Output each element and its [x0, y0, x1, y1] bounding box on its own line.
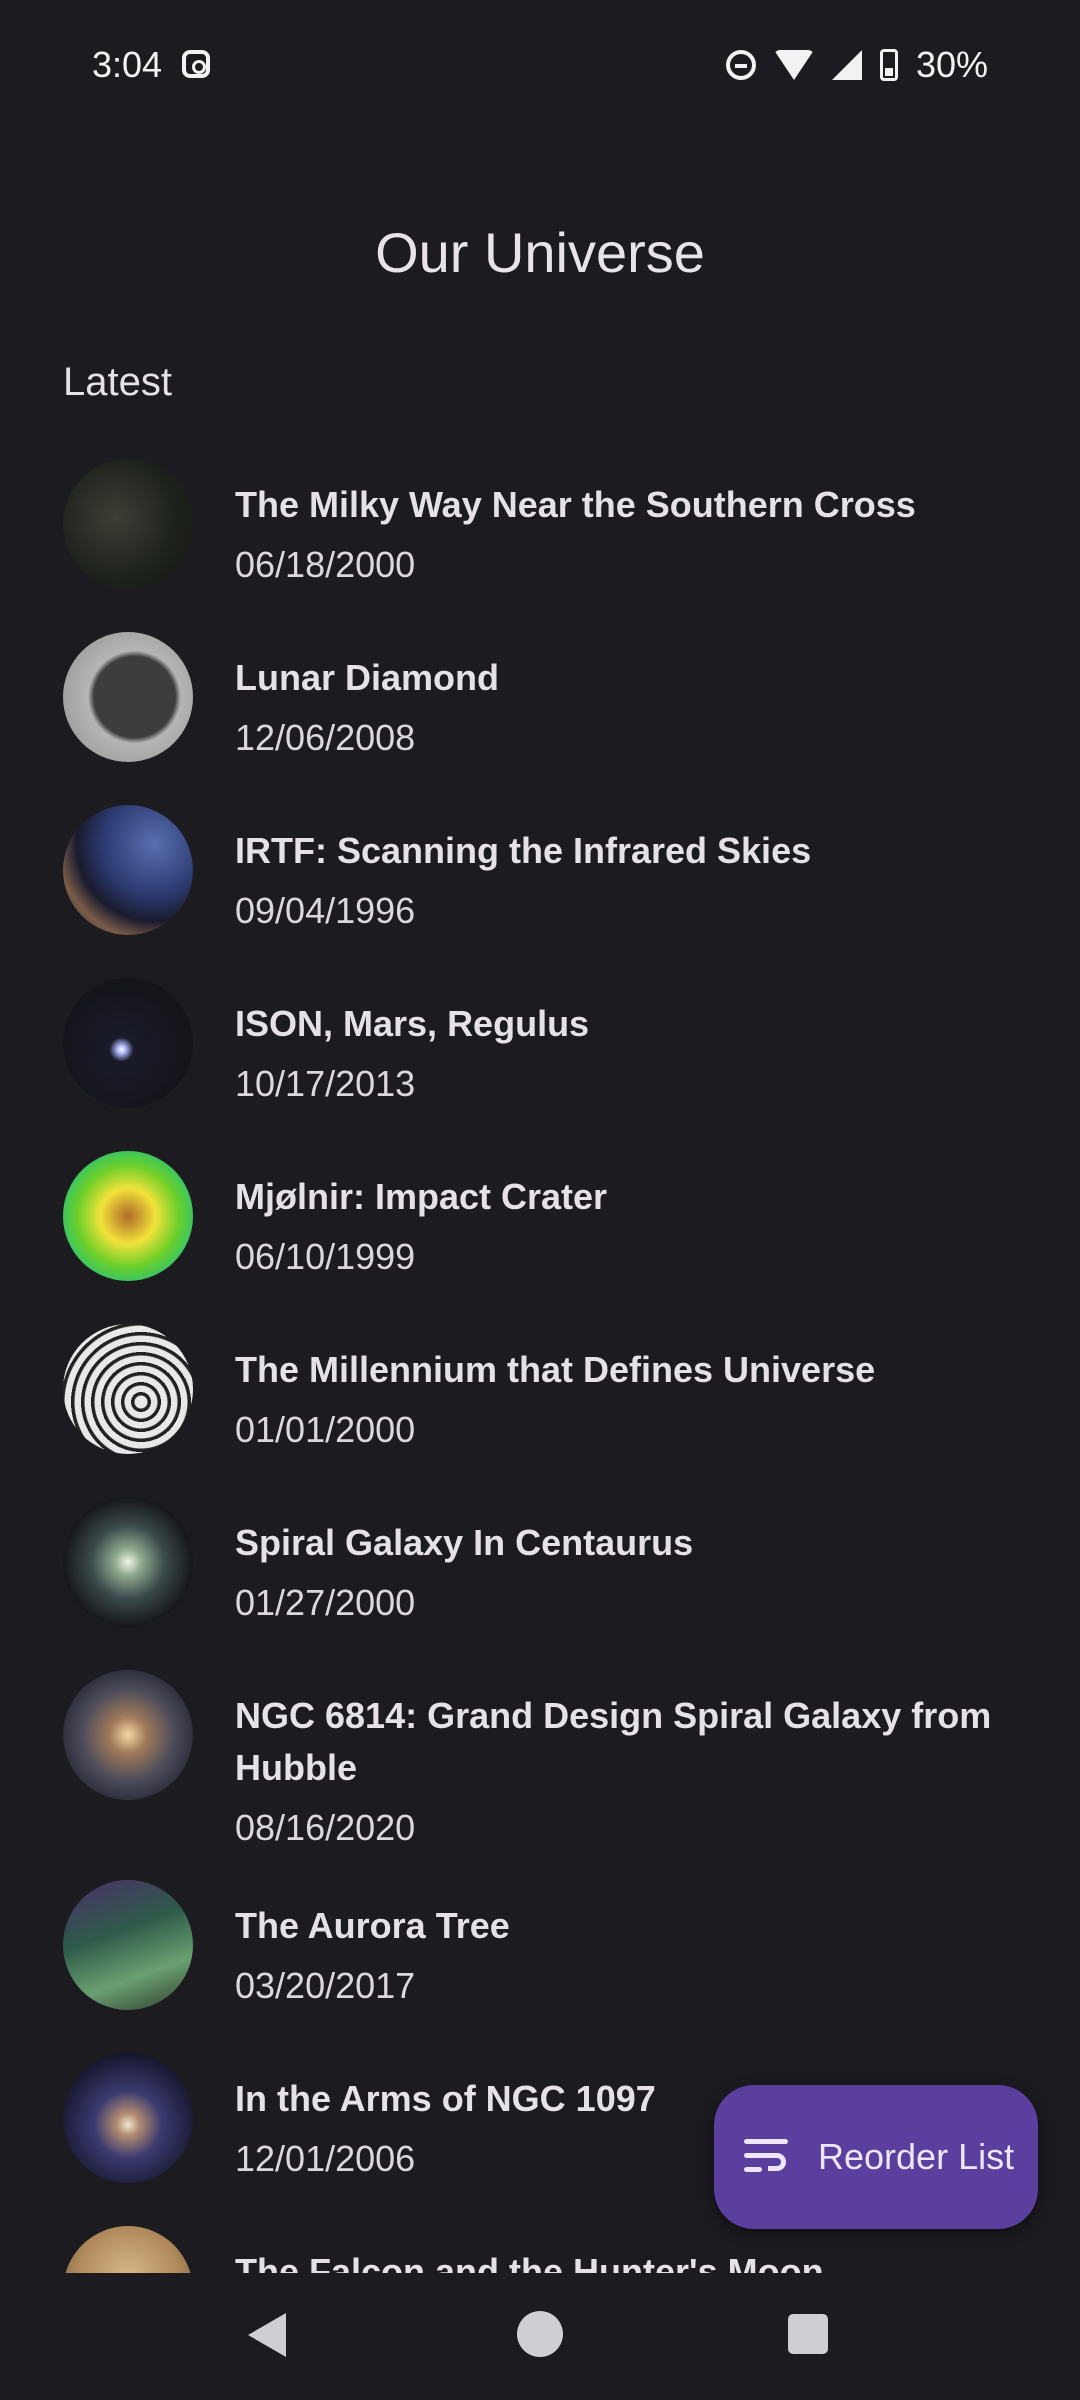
list-item-date: 01/01/2000: [235, 1409, 416, 1450]
page-title: Our Universe: [375, 221, 705, 284]
list-item-title: NGC 6814: Grand Design Spiral Galaxy fro…: [235, 1695, 992, 1788]
list-item-title: The Millennium that Defines Universe: [235, 1349, 876, 1390]
list-item-date: 03/20/2017: [235, 1965, 416, 2006]
list-item-text: In the Arms of NGC 1097 12/01/2006: [235, 2053, 656, 2187]
list-item-text: Lunar Diamond 12/06/2008: [235, 632, 499, 766]
list-item[interactable]: NGC 6814: Grand Design Spiral Galaxy fro…: [0, 1646, 1080, 1856]
list-item-text: The Milky Way Near the Southern Cross 06…: [235, 459, 916, 593]
list-item-text: The Millennium that Defines Universe 01/…: [235, 1324, 875, 1458]
list-item[interactable]: Spiral Galaxy In Centaurus 01/27/2000: [0, 1473, 1080, 1646]
list-item-title: The Aurora Tree: [235, 1905, 510, 1946]
list-item[interactable]: The Milky Way Near the Southern Cross 06…: [0, 435, 1080, 608]
list-item-date: 12/01/2006: [235, 2138, 416, 2179]
list-item-title: The Falcon and the Hunter's Moon: [235, 2251, 824, 2273]
list-item-title: Mjølnir: Impact Crater: [235, 1176, 608, 1217]
list-item-title: Lunar Diamond: [235, 657, 500, 698]
do-not-disturb-icon: [725, 50, 756, 80]
status-time: 3:04: [92, 44, 163, 85]
reorder-list-button[interactable]: Reorder List: [714, 2085, 1038, 2229]
instagram-icon: [182, 50, 210, 78]
list-item-date: 10/17/2013: [235, 1063, 416, 1104]
list-item-date: 06/18/2000: [235, 544, 416, 585]
thumbnail-image: [63, 805, 193, 935]
list-item[interactable]: IRTF: Scanning the Infrared Skies 09/04/…: [0, 781, 1080, 954]
list-item[interactable]: ISON, Mars, Regulus 10/17/2013: [0, 954, 1080, 1127]
list-item[interactable]: The Millennium that Defines Universe 01/…: [0, 1300, 1080, 1473]
list-item-text: NGC 6814: Grand Design Spiral Galaxy fro…: [235, 1670, 1020, 1856]
thumbnail-image: [63, 1670, 193, 1800]
thumbnail-image: [63, 2053, 193, 2183]
list-item-text: Spiral Galaxy In Centaurus 01/27/2000: [235, 1497, 693, 1631]
reorder-list-icon: [744, 2139, 788, 2175]
battery-percent: 30%: [915, 44, 988, 85]
back-icon[interactable]: [248, 2313, 286, 2357]
list-item-text: IRTF: Scanning the Infrared Skies 09/04/…: [235, 805, 811, 939]
status-icons: 30%: [725, 44, 988, 86]
home-icon[interactable]: [517, 2311, 563, 2357]
system-nav-bar: [0, 2273, 1080, 2400]
list-item-date: 01/27/2000: [235, 1582, 416, 1623]
thumbnail-image: [63, 1880, 193, 2010]
section-label-latest: Latest: [63, 360, 172, 404]
list-item-text: ISON, Mars, Regulus 10/17/2013: [235, 978, 589, 1112]
recents-icon[interactable]: [788, 2314, 828, 2354]
list-item-title: ISON, Mars, Regulus: [235, 1003, 590, 1044]
status-bar: 3:04 30%: [0, 0, 1080, 132]
list-item-text: The Falcon and the Hunter's Moon: [235, 2226, 824, 2273]
list-item-text: Mjølnir: Impact Crater 06/10/1999: [235, 1151, 607, 1285]
thumbnail-image: [63, 2226, 193, 2273]
reorder-list-label: Reorder List: [818, 2136, 1015, 2177]
thumbnail-image: [63, 1497, 193, 1627]
list-item-title: The Milky Way Near the Southern Cross: [235, 484, 916, 525]
thumbnail-image: [63, 632, 193, 762]
list-item[interactable]: Lunar Diamond 12/06/2008: [0, 608, 1080, 781]
list-item-title: IRTF: Scanning the Infrared Skies: [235, 830, 812, 871]
list-item-text: The Aurora Tree 03/20/2017: [235, 1880, 510, 2014]
signal-icon: [831, 50, 862, 80]
list-item-date: 06/10/1999: [235, 1236, 416, 1277]
list-item-date: 08/16/2020: [235, 1807, 416, 1848]
thumbnail-image: [63, 459, 193, 589]
apod-list[interactable]: The Milky Way Near the Southern Cross 06…: [0, 435, 1080, 2273]
list-item-title: In the Arms of NGC 1097: [235, 2078, 656, 2119]
thumbnail-image: [63, 1324, 193, 1454]
list-item[interactable]: Mjølnir: Impact Crater 06/10/1999: [0, 1127, 1080, 1300]
battery-charging-icon: [879, 49, 898, 81]
thumbnail-image: [63, 978, 193, 1108]
wifi-icon: [773, 50, 814, 80]
thumbnail-image: [63, 1151, 193, 1281]
list-item-title: Spiral Galaxy In Centaurus: [235, 1522, 694, 1563]
list-item-date: 12/06/2008: [235, 717, 416, 758]
list-item[interactable]: The Aurora Tree 03/20/2017: [0, 1856, 1080, 2029]
list-item-date: 09/04/1996: [235, 890, 416, 931]
